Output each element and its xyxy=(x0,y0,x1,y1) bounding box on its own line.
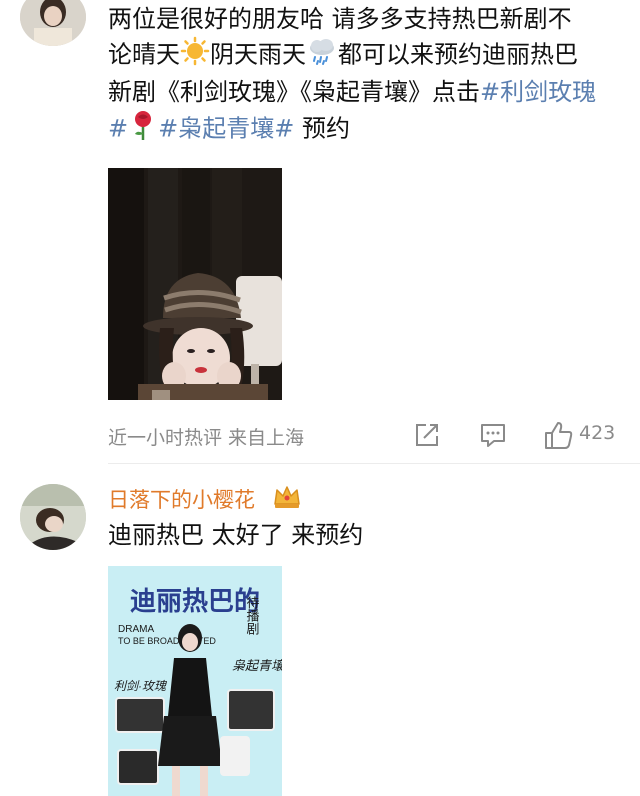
comment-2-username[interactable]: 日落下的小樱花 xyxy=(108,484,255,514)
comment-2-text: 迪丽热巴 太好了 来预约 xyxy=(108,521,364,549)
comment-1-text: 两位是很好的朋友哈 请多多支持热巴新剧不 论晴天 阴天雨天 都可以来预约迪丽热巴… xyxy=(108,2,628,150)
comment-divider xyxy=(108,463,640,464)
comment-1-meta: 近一小时热评 来自上海 xyxy=(108,427,305,449)
poster-drama-1: 利剑·玫瑰 xyxy=(114,679,168,693)
crown-icon xyxy=(272,482,302,510)
user-avatar-1[interactable] xyxy=(20,0,86,46)
comment-1-line-4: # #枭起青壤# 预约 xyxy=(108,109,628,150)
like-button[interactable]: 423 xyxy=(543,420,623,450)
comment-1-line-1: 两位是很好的朋友哈 请多多支持热巴新剧不 xyxy=(108,5,572,33)
poster-drama-2: 枭起青壤 xyxy=(232,658,282,673)
sun-emoji-icon xyxy=(180,36,210,75)
text-segment: 预约 xyxy=(294,114,350,143)
comment-2-image[interactable]: 迪丽热巴的 DRAMA TO BE BROADCASTED 待播剧 利剑·玫瑰 … xyxy=(108,566,282,796)
comment-1-image[interactable] xyxy=(108,168,282,400)
text-segment: 都可以来预约迪丽热巴 xyxy=(338,40,578,69)
thumbs-up-icon xyxy=(545,422,573,449)
rose-emoji-icon xyxy=(128,109,158,150)
reply-button[interactable] xyxy=(478,420,508,450)
share-button[interactable] xyxy=(412,420,442,450)
text-segment: 新剧《利剑玫瑰》《枭起青壤》点击 xyxy=(108,78,480,106)
hashtag-link-2[interactable]: #枭起青壤# xyxy=(158,115,294,143)
user-avatar-2[interactable] xyxy=(20,484,86,550)
poster-subtitle-1: DRAMA xyxy=(118,624,154,635)
comment-1-line-2: 论晴天 阴天雨天 都可以来预约迪丽热巴 xyxy=(108,36,628,75)
hashtag-link-1[interactable]: #利剑玫瑰 xyxy=(480,78,596,106)
share-icon xyxy=(416,424,438,446)
text-segment: 阴天雨天 xyxy=(210,40,306,69)
text-segment: 论晴天 xyxy=(108,40,180,69)
rain-cloud-emoji-icon xyxy=(306,36,338,75)
comment-icon xyxy=(481,424,505,447)
like-count: 423 xyxy=(579,422,616,444)
hashtag-link-1-end[interactable]: # xyxy=(108,115,128,143)
comment-1-line-3: 新剧《利剑玫瑰》《枭起青壤》点击#利剑玫瑰 xyxy=(108,75,628,109)
poster-side-text: 待播剧 xyxy=(245,596,260,635)
poster-title: 迪丽热巴的 xyxy=(130,586,260,616)
